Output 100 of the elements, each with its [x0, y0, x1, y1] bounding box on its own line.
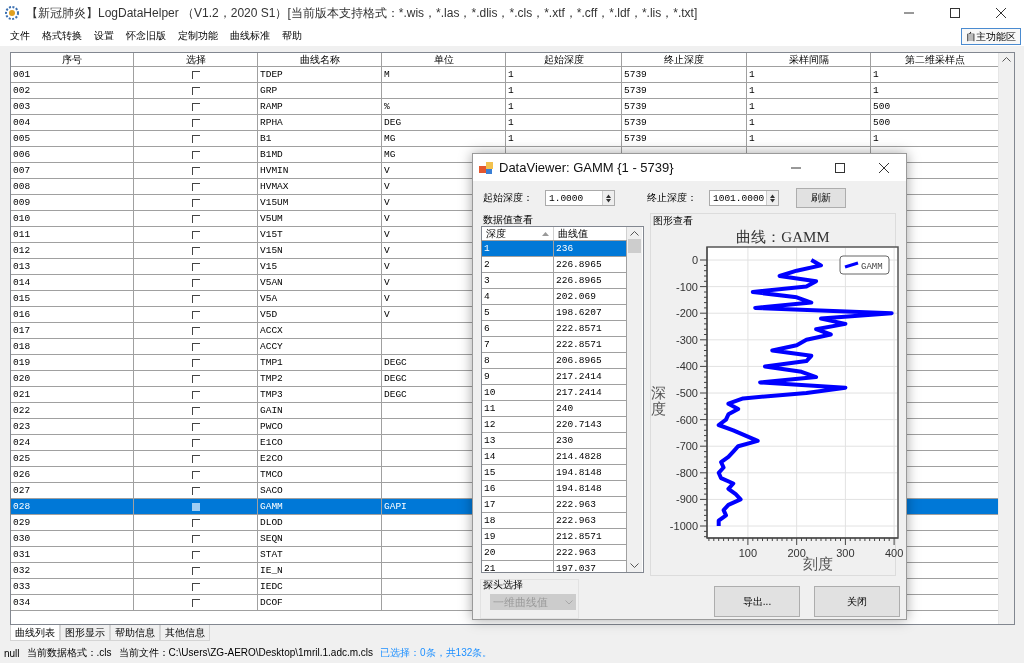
tick-label: -100: [675, 280, 698, 293]
table-cell: 002: [11, 83, 134, 98]
table-cell: M: [382, 67, 506, 82]
table-cell: 16: [482, 481, 554, 496]
table-cell: E1CO: [258, 435, 382, 450]
table-cell: MG: [382, 131, 506, 146]
table-cell: 5739: [622, 67, 747, 82]
table-cell: 5: [482, 305, 554, 320]
status-text: 已选择：0条，共132条。: [380, 646, 493, 660]
table-cell: %: [382, 99, 506, 114]
table-cell: 1: [747, 115, 871, 130]
table-cell: 031: [11, 547, 134, 562]
table-cell: 010: [11, 211, 134, 226]
table-cell: 1: [747, 67, 871, 82]
table-cell: 003: [11, 99, 134, 114]
table-cell: 019: [11, 355, 134, 370]
table-cell: SEQN: [258, 531, 382, 546]
table-cell: TMP1: [258, 355, 382, 370]
table-cell: 013: [11, 259, 134, 274]
table-cell: IE_N: [258, 563, 382, 578]
table-cell: 029: [11, 515, 134, 530]
table-cell: 001: [11, 67, 134, 82]
legend-label: GAMM: [861, 262, 883, 272]
table-cell: 12: [482, 417, 554, 432]
tick-label: -900: [675, 493, 698, 506]
table-cell: 021: [11, 387, 134, 402]
tick-label: -1000: [669, 520, 698, 533]
table-cell: 5739: [622, 99, 747, 114]
table-cell: 030: [11, 531, 134, 546]
table-cell: 016: [11, 307, 134, 322]
table-cell: 14: [482, 449, 554, 464]
table-cell: 20: [482, 545, 554, 560]
table-cell: 1: [747, 131, 871, 146]
table-cell: 017: [11, 323, 134, 338]
table-cell: 025: [11, 451, 134, 466]
column-header: 选择: [134, 53, 258, 66]
column-header: 采样间隔: [747, 53, 871, 66]
column-header: 序号: [11, 53, 134, 66]
tick-label: -600: [675, 413, 698, 426]
table-cell: 014: [11, 275, 134, 290]
tick-label: -300: [675, 333, 698, 346]
group-label: 图形查看: [652, 214, 694, 227]
table-cell: 1: [506, 83, 622, 98]
table-cell: 1: [506, 67, 622, 82]
table-cell: 3: [482, 273, 554, 288]
table-cell: 5739: [622, 115, 747, 130]
table-cell: 008: [11, 179, 134, 194]
group-label: 探头选择: [482, 578, 524, 591]
table-cell: 004: [11, 115, 134, 130]
table-cell: 1: [506, 115, 622, 130]
table-cell: 5739: [622, 83, 747, 98]
table-cell: V5UM: [258, 211, 382, 226]
table-cell: 5739: [622, 131, 747, 146]
tick-label: 200: [787, 547, 806, 559]
table-cell: TMP2: [258, 371, 382, 386]
table-cell: 1: [482, 241, 554, 256]
status-text: null: [4, 647, 20, 659]
table-cell: HVMAX: [258, 179, 382, 194]
table-cell: 19: [482, 529, 554, 544]
table-cell: 026: [11, 467, 134, 482]
table-cell: 028: [11, 499, 134, 514]
table-cell: V5A: [258, 291, 382, 306]
table-cell: 11: [482, 401, 554, 416]
table-cell: 022: [11, 403, 134, 418]
column-header: 深度: [486, 227, 506, 240]
table-cell: DCOF: [258, 595, 382, 610]
table-cell: 7: [482, 337, 554, 352]
table-cell: V5D: [258, 307, 382, 322]
table-cell: 033: [11, 579, 134, 594]
table-cell: 2: [482, 257, 554, 272]
table-cell: STAT: [258, 547, 382, 562]
table-cell: GRP: [258, 83, 382, 98]
table-cell: V15N: [258, 243, 382, 258]
table-cell: SACO: [258, 483, 382, 498]
table-cell: V5AN: [258, 275, 382, 290]
status-text: 当前数据格式：.cls: [26, 646, 112, 660]
table-cell: 21: [482, 561, 554, 572]
table-cell: 6: [482, 321, 554, 336]
window-title: 【新冠肺炎】LogDataHelper （V1.2，2020 S1）[当前版本支持格式：*.wis，*.las，*.dlis，*.cls，*.xtf，*.cff，*.ldf，*.lis，*.txt]: [26, 4, 698, 22]
table-cell: GAMM: [258, 499, 382, 514]
axis-title: 深度: [651, 384, 666, 418]
tick-label: -800: [675, 466, 698, 479]
table-cell: 024: [11, 435, 134, 450]
table-cell: V15UM: [258, 195, 382, 210]
table-cell: V15T: [258, 227, 382, 242]
table-cell: 18: [482, 513, 554, 528]
tick-label: -700: [675, 440, 698, 453]
table-cell: ACCX: [258, 323, 382, 338]
tick-label: 100: [738, 547, 758, 559]
table-cell: B1: [258, 131, 382, 146]
column-header: 曲线名称: [258, 53, 382, 66]
tick-label: 300: [836, 547, 855, 559]
table-cell: RPHA: [258, 115, 382, 130]
table-cell: GAIN: [258, 403, 382, 418]
status-text: 当前文件：C:\Users\ZG-AERO\Desktop\1mril.1.adc.m.cls: [118, 646, 374, 660]
table-cell: 009: [11, 195, 134, 210]
table-cell: HVMIN: [258, 163, 382, 178]
table-cell: 1: [747, 99, 871, 114]
table-cell: 032: [11, 563, 134, 578]
table-cell: E2CO: [258, 451, 382, 466]
